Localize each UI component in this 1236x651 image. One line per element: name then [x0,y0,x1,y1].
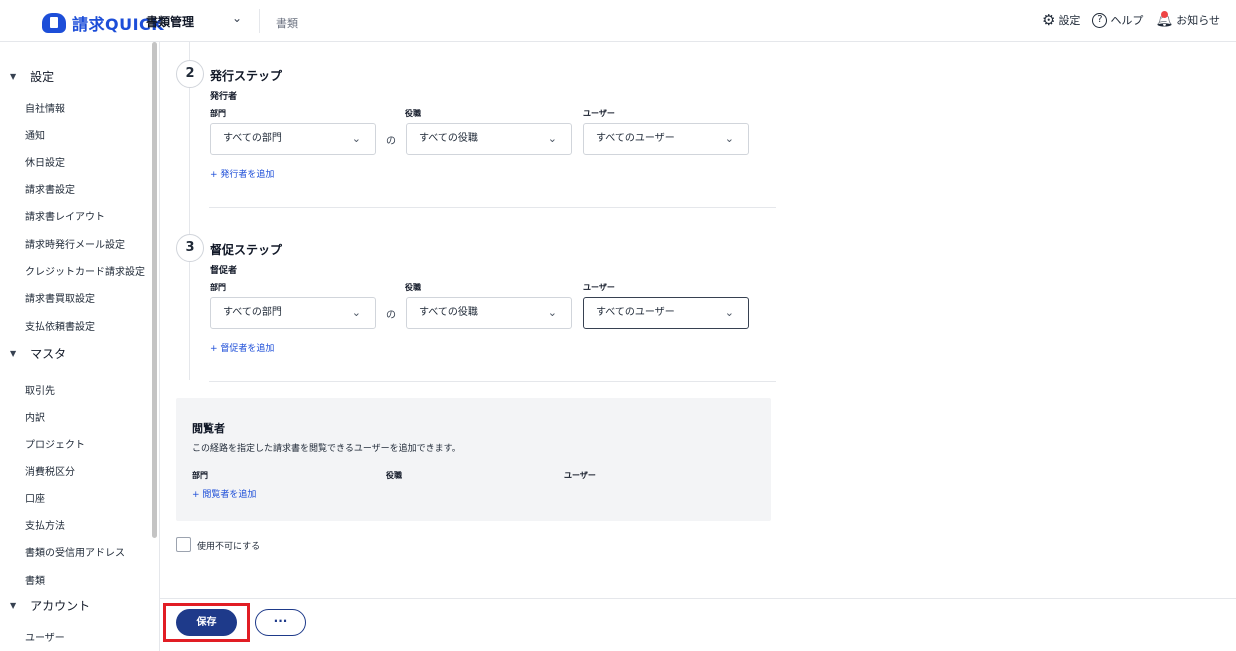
connector-no: の [386,310,396,321]
sidebar-item[interactable]: 請求書設定 [25,181,75,196]
top-header: 請求QUICK 書類管理 ⌄ 書類 ⚙ 設定 ? ヘルプ 🔔︎ お知らせ [0,0,1236,42]
user-select[interactable]: すべてのユーザー ⌄ [583,123,749,155]
sidebar-group-account[interactable]: ▼ アカウント [10,597,90,614]
select-value: すべての部門 [223,133,282,144]
nav-link-documents[interactable]: 書類 [276,15,298,31]
add-viewer-link[interactable]: + 閲覧者を追加 [192,487,256,500]
help-label: ヘルプ [1110,14,1144,27]
dept-select[interactable]: すべての部門 ⌄ [210,297,376,329]
nav-current-menu[interactable]: 書類管理 [146,13,194,30]
sidebar-item[interactable]: 請求書レイアウト [25,208,105,223]
column-label-role: 役職 [405,283,421,292]
sidebar-group-label: マスタ [30,347,67,361]
step-title: 発行ステップ [210,69,283,83]
sidebar-item[interactable]: 消費税区分 [25,463,75,478]
sidebar-item[interactable]: 請求書買取設定 [25,290,95,305]
sidebar-item[interactable]: 支払依頼書設定 [25,318,95,333]
help-icon: ? [1092,12,1108,28]
sidebar-item[interactable]: 書類 [25,572,45,587]
column-label-user: ユーザー [583,109,615,118]
nav-divider [259,9,260,33]
sidebar-item[interactable]: プロジェクト [25,436,85,451]
sidebar-group-label: アカウント [30,599,91,613]
role-heading: 督促者 [210,266,238,276]
notice-button[interactable]: 🔔︎ お知らせ [1155,11,1220,28]
connector-no: の [386,136,396,147]
sidebar-group-master[interactable]: ▼ マスタ [10,345,66,362]
column-label-dept: 部門 [210,283,226,292]
step-number: 2 [176,60,204,88]
role-select[interactable]: すべての役職 ⌄ [406,297,572,329]
column-label-dept: 部門 [210,109,226,118]
viewer-description: この経路を指定した請求書を閲覧できるユーザーを追加できます。 [192,444,461,454]
logo-icon [42,13,66,33]
step-title: 督促ステップ [210,243,283,257]
settings-label: 設定 [1058,14,1081,27]
chevron-down-icon: ⌄ [351,306,361,319]
disable-label: 使用不可にする [197,542,261,552]
chevron-down-icon: ⌄ [547,306,557,319]
bell-icon: 🔔︎ [1155,11,1174,28]
step-connector [189,88,190,238]
dept-select[interactable]: すべての部門 ⌄ [210,123,376,155]
sidebar-group-label: 設定 [30,70,55,84]
chevron-down-icon: ⌄ [351,132,361,145]
select-value: すべての役職 [419,307,478,318]
disable-checkbox[interactable] [176,537,191,552]
role-heading: 発行者 [210,92,238,102]
sidebar-item[interactable]: 口座 [25,490,45,505]
sidebar: ▼ 設定 自社情報 通知 休日設定 請求書設定 請求書レイアウト 請求時発行メー… [0,42,160,651]
sidebar-item[interactable]: 支払方法 [25,517,65,532]
column-label-user: ユーザー [583,283,615,292]
sidebar-item[interactable]: 取引先 [25,382,55,397]
chevron-down-icon[interactable]: ⌄ [232,11,242,25]
column-label-user: ユーザー [564,471,596,480]
sidebar-scrollbar[interactable] [152,42,157,538]
column-label-role: 役職 [405,109,421,118]
select-value: すべての部門 [223,307,282,318]
select-value: すべてのユーザー [596,307,675,318]
triangle-down-icon: ▼ [10,601,17,610]
select-value: すべての役職 [419,133,478,144]
help-button[interactable]: ? ヘルプ [1092,12,1143,28]
sidebar-item[interactable]: クレジットカード請求設定 [25,263,145,278]
column-label-dept: 部門 [192,471,208,480]
triangle-down-icon: ▼ [10,349,17,358]
add-dunner-link[interactable]: + 督促者を追加 [210,341,274,354]
sidebar-item[interactable]: 書類の受信用アドレス [25,544,125,559]
viewer-panel: 閲覧者 この経路を指定した請求書を閲覧できるユーザーを追加できます。 部門 役職… [176,398,771,521]
role-select[interactable]: すべての役職 ⌄ [406,123,572,155]
notice-label: お知らせ [1176,14,1220,27]
sidebar-item[interactable]: 請求時発行メール設定 [25,236,125,251]
chevron-down-icon: ⌄ [724,306,734,319]
viewer-title: 閲覧者 [192,422,225,435]
add-issuer-link[interactable]: + 発行者を追加 [210,167,274,180]
settings-button[interactable]: ⚙ 設定 [1042,11,1080,29]
sidebar-group-settings[interactable]: ▼ 設定 [10,68,54,85]
select-value: すべてのユーザー [596,133,675,144]
sidebar-item[interactable]: 休日設定 [25,154,65,169]
sidebar-item[interactable]: 自社情報 [25,100,65,115]
chevron-down-icon: ⌄ [547,132,557,145]
footer-divider [160,598,1236,599]
sidebar-item[interactable]: 内訳 [25,409,45,424]
gear-icon: ⚙ [1041,11,1056,29]
user-select[interactable]: すべてのユーザー ⌄ [583,297,749,329]
sidebar-item[interactable]: 通知 [25,127,45,142]
triangle-down-icon: ▼ [10,72,17,81]
highlight-box [163,603,250,642]
notification-dot [1161,11,1169,18]
more-options-button[interactable]: ··· [255,609,306,636]
step-connector [189,262,190,380]
sidebar-item[interactable]: ユーザー [25,629,65,644]
divider [209,381,776,382]
divider [209,207,776,208]
step-number: 3 [176,234,204,262]
column-label-role: 役職 [386,471,402,480]
chevron-down-icon: ⌄ [724,132,734,145]
